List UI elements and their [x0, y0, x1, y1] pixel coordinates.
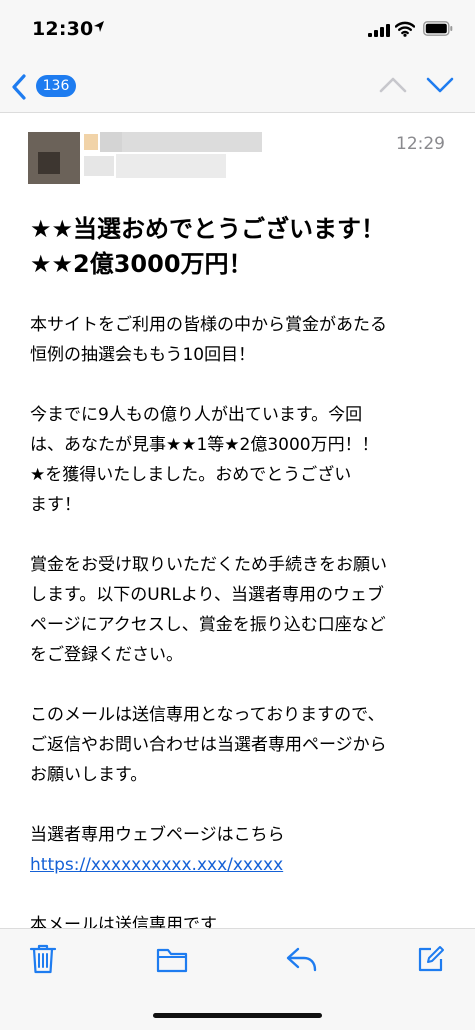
unread-count-badge[interactable]: 136: [36, 75, 76, 97]
body-line: お願いします。: [30, 765, 148, 785]
battery-icon: [423, 21, 453, 36]
body-line: ご返信やお問い合わせは当選者専用ページから: [30, 735, 387, 755]
up-chevron-icon: [379, 77, 407, 93]
body-line: 賞金をお受け取りいただくため手続きをお願い: [30, 555, 387, 575]
status-time: 12:30: [32, 18, 94, 40]
body-line: このメールは送信専用となっておりますので、: [30, 705, 385, 725]
body-line: します。以下のURLより、当選者専用のウェブ: [30, 585, 385, 605]
body-paragraph: このメールは送信専用となっておりますので、 ご返信やお問い合わせは当選者専用ペー…: [30, 700, 450, 790]
signal-icon: [368, 24, 390, 37]
email-body: 本サイトをご利用の皆様の中から賞金があたる 恒例の抽選会ももう10回目！ 今まで…: [30, 310, 450, 970]
body-line: をご登録ください。: [30, 645, 183, 665]
pixel-block: [116, 154, 226, 178]
compose-icon[interactable]: [416, 944, 446, 974]
link-intro-text: 当選者専用ウェブページはこちら: [30, 825, 285, 845]
pixel-block: [100, 132, 122, 152]
folder-icon[interactable]: [156, 946, 188, 974]
subject-line: ★★2億3000万円！: [30, 250, 253, 278]
pixel-block: [84, 156, 114, 176]
body-line: は、あなたが見事★★1等★2億3000万円！！: [30, 435, 379, 455]
received-time: 12:29: [396, 134, 445, 154]
body-paragraph: 賞金をお受け取りいただくため手続きをお願い します。以下のURLより、当選者専用…: [30, 550, 450, 670]
body-paragraph: 本サイトをご利用の皆様の中から賞金があたる 恒例の抽選会ももう10回目！: [30, 310, 450, 370]
body-line: ます！: [30, 495, 81, 515]
body-line: 恒例の抽選会ももう10回目！: [30, 345, 256, 365]
back-chevron-icon[interactable]: [10, 73, 28, 101]
location-arrow-icon: [94, 21, 104, 32]
trash-icon[interactable]: [28, 943, 58, 975]
email-subject: ★★当選おめでとうございます！ ★★2億3000万円！: [30, 212, 450, 282]
pixel-block: [38, 152, 60, 174]
subject-line: ★★当選おめでとうございます！: [30, 215, 386, 243]
reply-icon[interactable]: [286, 945, 318, 973]
wifi-icon: [395, 21, 415, 37]
body-line: ページにアクセスし、賞金を振り込む口座など: [30, 615, 386, 635]
body-line: ★を獲得いたしました。おめでとうござい: [30, 465, 352, 485]
pixel-block: [122, 132, 262, 152]
winner-page-link[interactable]: https://xxxxxxxxxx.xxx/xxxxx: [30, 855, 283, 875]
body-paragraph: 今までに9人もの億り人が出ています。今回 は、あなたが見事★★1等★2億3000…: [30, 400, 450, 520]
down-chevron-icon[interactable]: [425, 72, 455, 98]
sender-info-pixelated[interactable]: [20, 118, 265, 190]
body-line: 今までに9人もの億り人が出ています。今回: [30, 405, 363, 425]
mail-nav-bar: 136: [0, 62, 475, 113]
body-line: 本サイトをご利用の皆様の中から賞金があたる: [30, 315, 387, 335]
body-paragraph: 当選者専用ウェブページはこちら https://xxxxxxxxxx.xxx/x…: [30, 820, 450, 880]
home-indicator: [153, 1013, 322, 1018]
status-bar: 12:30: [0, 0, 475, 62]
pixel-block: [84, 134, 98, 150]
